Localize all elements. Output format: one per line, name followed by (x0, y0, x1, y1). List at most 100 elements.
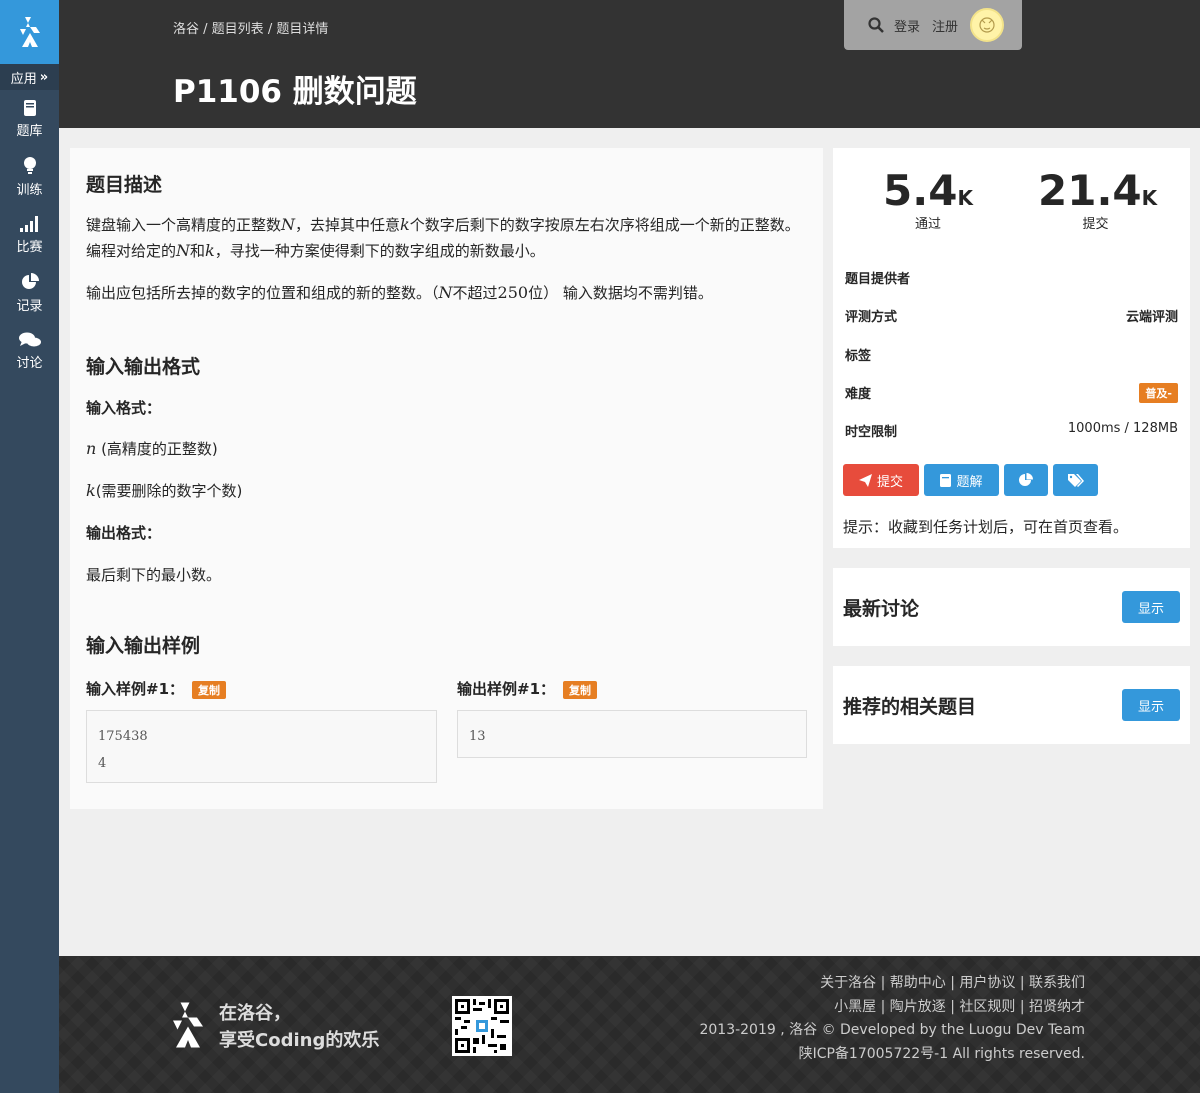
footer-slogan: 在洛谷， 享受Coding的欢乐 (219, 1003, 380, 1051)
sample-output-line: 13 (469, 729, 486, 744)
breadcrumb-problem-list[interactable]: 题目列表 (212, 22, 264, 37)
tags-row: 标签 (845, 345, 1178, 364)
sample-input-box[interactable]: 175438 4 (86, 710, 437, 783)
sidebar-item-discuss[interactable]: 讨论 (0, 322, 59, 380)
limit-row: 时空限制 1000ms / 128MB (845, 421, 1178, 440)
sidebar: 应用 » 题库 训练 比赛 记录 讨论 (0, 0, 59, 1093)
submit-label: 提交 (1082, 217, 1109, 232)
register-link[interactable]: 注册 (932, 16, 958, 35)
breadcrumb: 洛谷 / 题目列表 / 题目详情 (173, 22, 329, 37)
sample-input-label: 输入样例#1： (86, 680, 185, 698)
breadcrumb-problem-detail[interactable]: 题目详情 (276, 22, 328, 37)
paper-plane-icon (858, 473, 872, 487)
latest-discussion-card: 最新讨论 显示 (833, 568, 1190, 646)
limit-label: 时空限制 (845, 425, 898, 440)
sidebar-item-training[interactable]: 训练 (0, 148, 59, 206)
sidebar-item-label: 记录 (16, 298, 43, 314)
header: 洛谷 / 题目列表 / 题目详情 P1106 删数问题 登录 注册 (59, 0, 1200, 128)
submit-count: 21.4 (1038, 166, 1142, 215)
input-format-line-1: n (高精度的正整数) (86, 439, 218, 458)
provider-label: 题目提供者 (845, 272, 911, 287)
sample-output-box[interactable]: 13 (457, 710, 807, 758)
sidebar-item-label: 训练 (16, 182, 43, 198)
signal-icon (19, 215, 38, 232)
sidebar-item-label: 题库 (16, 123, 43, 139)
problem-stats-card: 5.4K 通过 21.4K 提交 题目提供者 评测方式 云端评测 标签 难度 普… (833, 148, 1190, 548)
description-paragraph-1: 键盘输入一个高精度的正整数N，去掉其中任意k个数字后剩下的数字按原左右次序将组成… (86, 215, 800, 260)
login-link[interactable]: 登录 (894, 16, 920, 35)
judge-value: 云端评测 (1125, 310, 1178, 325)
sidebar-item-records[interactable]: 记录 (0, 264, 59, 322)
avatar-image (979, 17, 995, 33)
page-title: P1106 删数问题 (173, 74, 417, 110)
latest-discussion-heading: 最新讨论 (843, 597, 920, 620)
judge-row: 评测方式 云端评测 (845, 306, 1178, 325)
luogu-logo[interactable] (0, 0, 59, 64)
submit-unit: K (1141, 186, 1158, 210)
copy-output-button[interactable]: 复制 (563, 680, 598, 699)
footer-links-row-1[interactable]: 关于洛谷 | 帮助中心 | 用户协议 | 联系我们 (699, 972, 1085, 996)
sample-output-label-row: 输出样例#1： 复制 (457, 678, 598, 699)
apps-label: 应用 (10, 71, 37, 87)
comments-icon (18, 332, 41, 346)
footer-copyright: 2013-2019 , 洛谷 © Developed by the Luogu … (699, 1022, 1085, 1038)
submit-button[interactable]: 提交 (843, 464, 919, 496)
difficulty-label: 难度 (845, 387, 872, 402)
show-related-button[interactable]: 显示 (1122, 689, 1180, 721)
sample-output-label: 输出样例#1： (457, 680, 556, 698)
tags-icon (1067, 473, 1084, 487)
user-nav: 登录 注册 (844, 0, 1022, 50)
footer-links-row-2[interactable]: 小黑屋 | 陶片放逐 | 社区规则 | 招贤纳才 (699, 996, 1085, 1020)
sidebar-item-problems[interactable]: 题库 (0, 90, 59, 148)
output-format-label: 输出格式： (86, 524, 162, 542)
sidebar-item-contests[interactable]: 比赛 (0, 206, 59, 264)
related-problems-card: 推荐的相关题目 显示 (833, 666, 1190, 744)
sample-input-line: 4 (98, 756, 107, 771)
samples-heading: 输入输出样例 (86, 635, 201, 657)
luogu-footer-logo-icon (173, 1002, 203, 1048)
breadcrumb-home[interactable]: 洛谷 (173, 22, 199, 37)
qr-code (452, 996, 512, 1056)
lightbulb-icon (23, 156, 36, 174)
output-format-text: 最后剩下的最小数。 (86, 566, 222, 584)
difficulty-badge[interactable]: 普及- (1139, 383, 1178, 403)
input-format-label: 输入格式： (86, 399, 162, 417)
solution-button[interactable]: 题解 (924, 464, 999, 496)
related-problems-heading: 推荐的相关题目 (843, 695, 977, 718)
sample-input-line: 175438 (98, 729, 148, 744)
sidebar-item-label: 比赛 (16, 239, 43, 255)
problem-card: 题目描述 键盘输入一个高精度的正整数N，去掉其中任意k个数字后剩下的数字按原左右… (70, 148, 823, 809)
footer-links: 关于洛谷 | 帮助中心 | 用户协议 | 联系我们 小黑屋 | 陶片放逐 | 社… (699, 972, 1085, 1066)
difficulty-row: 难度 普及- (845, 383, 1178, 403)
input-format-line-2: k(需要删除的数字个数) (86, 481, 243, 500)
passed-count: 5.4 (883, 166, 958, 215)
description-heading: 题目描述 (86, 174, 163, 196)
passed-stat: 5.4K 通过 (883, 166, 973, 232)
avatar[interactable] (970, 8, 1005, 42)
pie-chart-icon (1019, 473, 1033, 486)
tags-button[interactable] (1053, 464, 1098, 496)
provider-row: 题目提供者 (845, 268, 1178, 287)
sidebar-item-label: 讨论 (16, 355, 43, 371)
show-discussion-button[interactable]: 显示 (1122, 591, 1180, 623)
limit-value: 1000ms / 128MB (1067, 421, 1178, 436)
judge-label: 评测方式 (845, 310, 898, 325)
io-format-heading: 输入输出格式 (86, 356, 201, 378)
passed-label: 通过 (914, 217, 941, 232)
statistics-button[interactable] (1004, 464, 1048, 496)
qr-code-image (455, 999, 509, 1053)
book-icon (940, 473, 952, 487)
description-paragraph-2: 输出应包括所去掉的数字的位置和组成的新的整数。（N不超过250位） 输入数据均不… (86, 283, 713, 302)
footer-icp[interactable]: 陕ICP备17005722号-1 All rights reserved. (699, 1043, 1085, 1067)
favorite-hint: 提示：收藏到任务计划后，可在首页查看。 (843, 518, 1129, 536)
book-icon (23, 99, 36, 116)
double-chevron-right-icon: » (39, 69, 49, 85)
search-icon[interactable] (868, 17, 884, 33)
copy-input-button[interactable]: 复制 (192, 680, 227, 699)
pie-chart-icon (21, 272, 39, 289)
footer: 在洛谷， 享受Coding的欢乐 关于洛谷 | 帮助中心 | 用户协议 | 联系… (59, 956, 1200, 1093)
apps-toggle[interactable]: 应用 » (0, 64, 59, 90)
submit-stat: 21.4K 提交 (1038, 166, 1157, 232)
sample-input-label-row: 输入样例#1： 复制 (86, 678, 227, 699)
tags-label: 标签 (845, 349, 872, 364)
